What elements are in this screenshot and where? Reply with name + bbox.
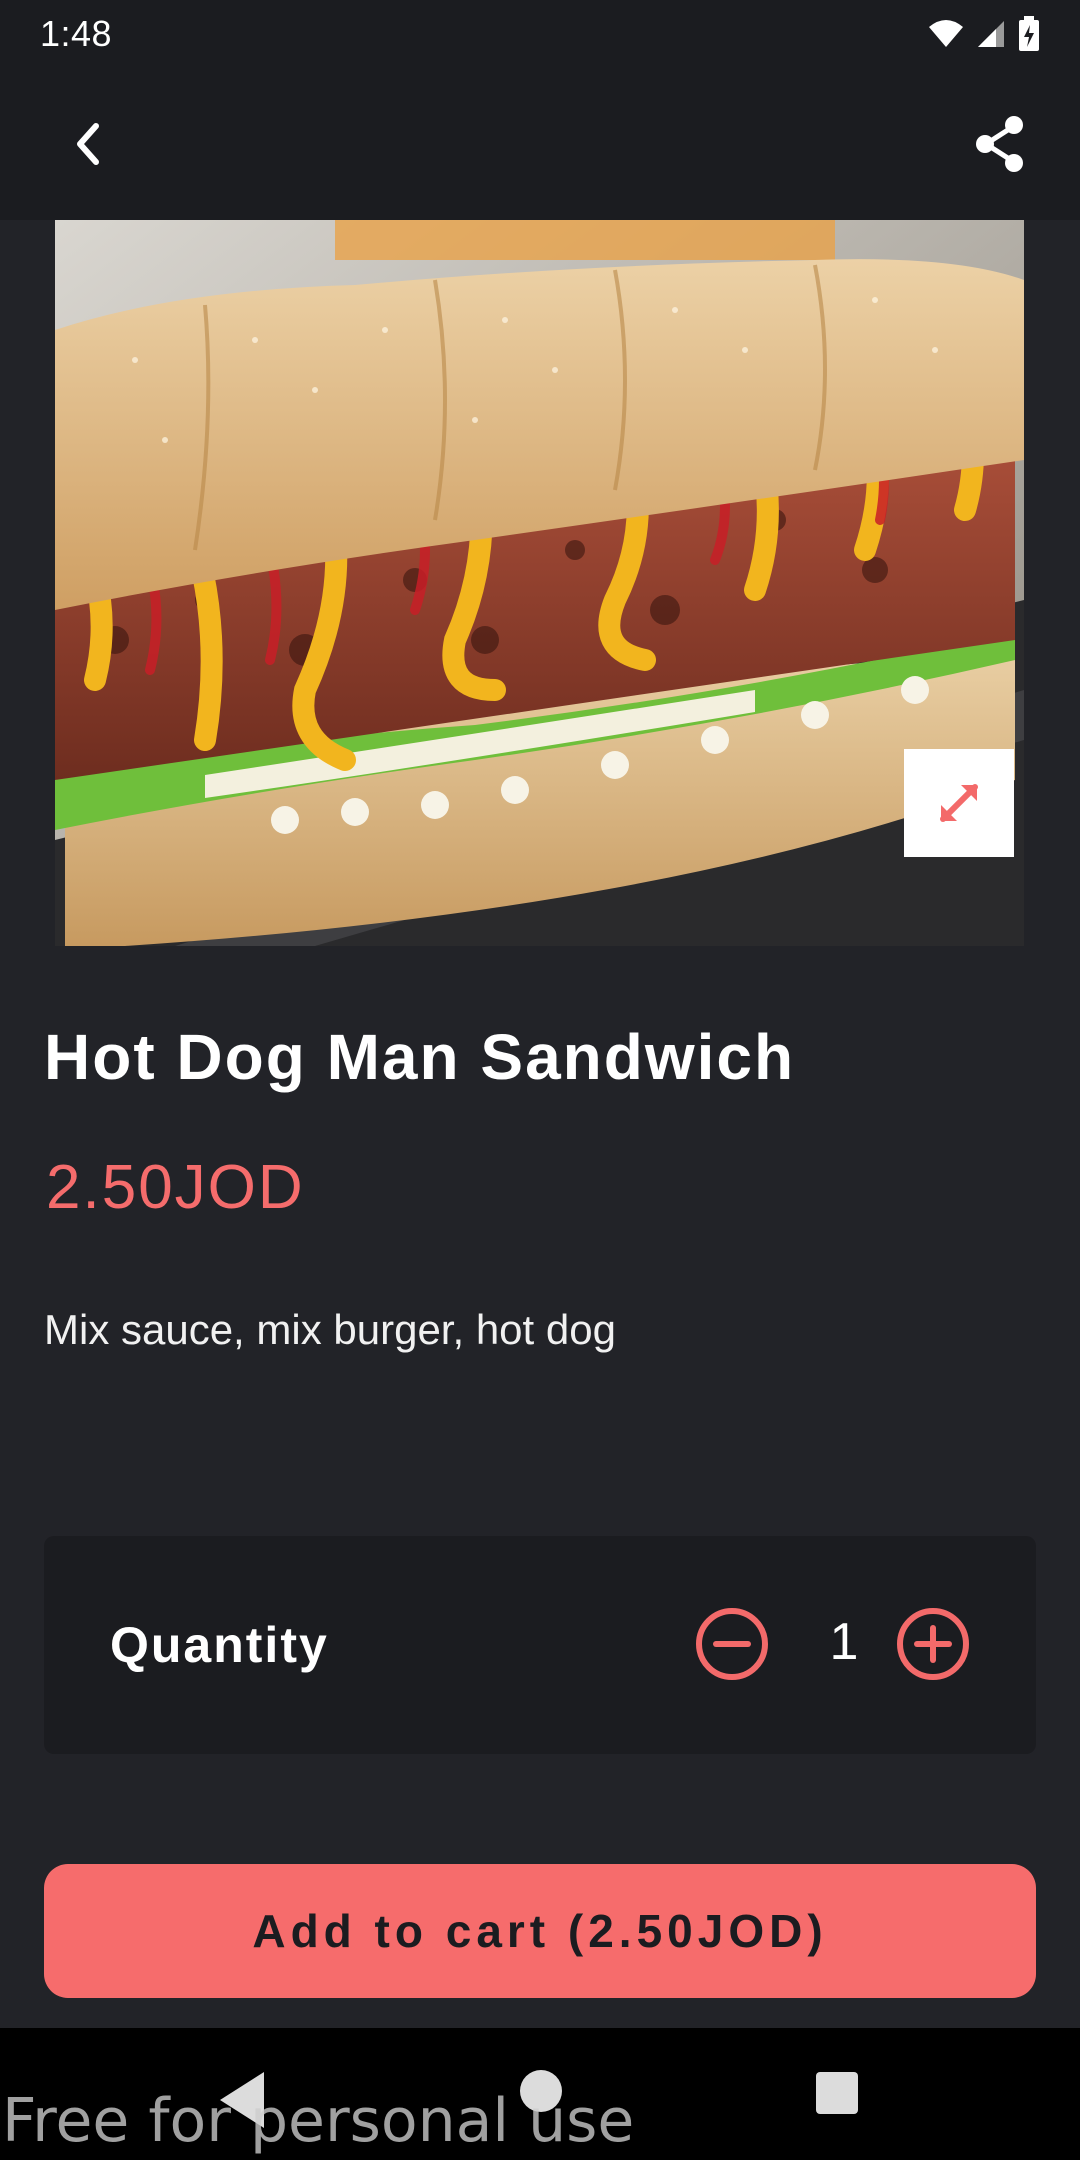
share-button[interactable]	[968, 112, 1032, 176]
expand-arrows-icon	[940, 784, 978, 822]
minus-circle-icon	[696, 1608, 768, 1680]
battery-charging-icon	[1019, 16, 1039, 51]
quantity-decrement-button[interactable]	[694, 1606, 770, 1682]
quantity-label: Quantity	[110, 1617, 329, 1673]
add-to-cart-button[interactable]: Add to cart (2.50JOD)	[44, 1864, 1036, 1998]
product-title: Hot Dog Man Sandwich	[44, 1021, 796, 1093]
status-bar: 1:48	[0, 0, 1080, 68]
add-to-cart-label: Add to cart (2.50JOD)	[252, 1905, 828, 1957]
plus-circle-icon	[897, 1608, 969, 1680]
quantity-card: Quantity 1	[44, 1536, 1036, 1754]
share-icon	[976, 116, 1023, 172]
back-button[interactable]	[56, 112, 120, 176]
status-icons	[928, 16, 1040, 52]
watermark: Free for personal use	[2, 2086, 635, 2156]
product-detail-screen: 1:48 Hot Dog Man Sandwich 2.50JOD Mix sa…	[0, 0, 1080, 2160]
status-time: 1:48	[40, 13, 113, 54]
hot-dog-sandwich-photo	[55, 220, 1024, 946]
app-bar	[0, 68, 1080, 220]
signal-icon	[978, 21, 1004, 47]
product-image[interactable]	[55, 220, 1024, 946]
chevron-left-icon	[77, 123, 99, 165]
wifi-icon	[929, 20, 963, 47]
expand-image-button[interactable]	[904, 749, 1014, 857]
product-price: 2.50JOD	[46, 1153, 305, 1222]
product-description: Mix sauce, mix burger, hot dog	[44, 1306, 616, 1353]
nav-recents-icon[interactable]	[816, 2072, 858, 2114]
quantity-increment-button[interactable]	[895, 1606, 971, 1682]
quantity-value: 1	[829, 1613, 859, 1671]
